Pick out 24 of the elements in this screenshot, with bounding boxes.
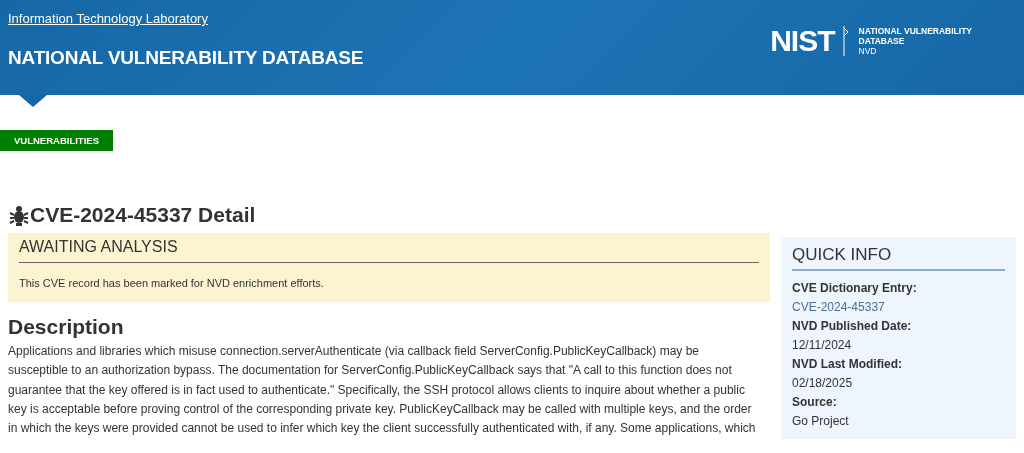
field-value: Go Project (792, 414, 850, 429)
notice-heading: AWAITING ANALYSIS (19, 237, 759, 264)
field-label: CVE Dictionary Entry: (792, 281, 918, 296)
cve-link[interactable]: CVE-2024-45337 (792, 300, 885, 315)
pointer-icon (19, 95, 47, 107)
site-title: NATIONAL VULNERABILITY DATABASE (8, 46, 364, 70)
field-value: 12/11/2024 (792, 338, 853, 353)
panel-heading: QUICK INFO (792, 245, 1005, 272)
section-heading: Description (8, 313, 125, 340)
divider-icon (842, 26, 851, 56)
description-text: Applications and libraries which misuse connection.serverAuthenticate (via callback field ServerConfig.PublicKeyCallback) may be susceptible to an authorization bypass. The documentation for ServerConfig.PublicKeyCallback says that "A call to this function does not guarantee that the key offered is in fact used to authenticate." Specifically, the SSH protocol allows clients to inquire about whether a public key is acceptable before proving control of the corresponding private key. PublicKeyCallback may be called with multiple keys, and the order in which the keys were provided cannot be used to infer which key the client successfully authenticated with, if any. Some applications, which (8, 343, 757, 438)
field-label: NVD Last Modified: (792, 357, 903, 372)
breadcrumb-tab[interactable]: VULNERABILITIES (0, 130, 113, 151)
org-link[interactable]: Information Technology Laboratory (8, 11, 208, 26)
field-label: NVD Published Date: (792, 319, 913, 334)
notice-text: This CVE record has been marked for NVD enrichment efforts. (19, 276, 325, 292)
logo-text: DATABASE (858, 36, 906, 46)
field-label: Source: (792, 395, 838, 410)
bug-icon (8, 203, 30, 226)
page-title: CVE-2024-45337 Detail (30, 202, 256, 228)
logo-mark: NIST (770, 26, 835, 56)
logo-text: NATIONAL VULNERABILITY (858, 26, 972, 36)
field-value: 02/18/2025 (792, 376, 854, 391)
logo-text: NVD (858, 46, 878, 56)
